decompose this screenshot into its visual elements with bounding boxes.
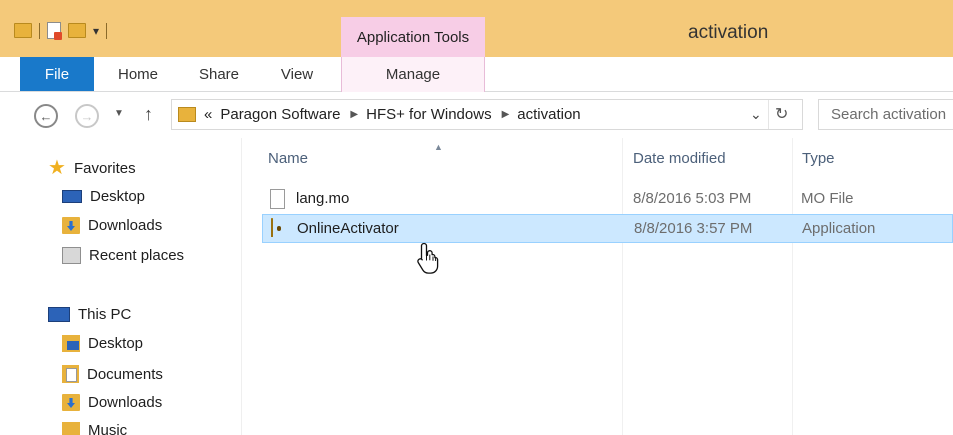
file-name: lang.mo (296, 190, 350, 207)
file-icon (270, 189, 285, 209)
forward-arrow-icon: → (80, 108, 94, 124)
breadcrumb-chevron-icon[interactable]: ▶ (502, 109, 510, 120)
back-button[interactable]: ← (34, 104, 58, 128)
nav-this-pc[interactable]: This PC (48, 306, 131, 323)
nav-label: Music (88, 422, 128, 435)
nav-this-pc-downloads[interactable]: Downloads (62, 394, 162, 411)
tab-share[interactable]: Share (188, 57, 250, 91)
column-divider[interactable] (792, 138, 793, 435)
search-input[interactable] (819, 100, 953, 129)
file-row-lang-mo[interactable]: lang.mo 8/8/2016 5:03 PM MO File (262, 185, 953, 214)
documents-folder-icon (62, 365, 79, 383)
music-folder-icon (62, 422, 80, 435)
address-divider (768, 100, 769, 129)
folder-icon (14, 23, 32, 38)
column-header-name[interactable]: Name (268, 150, 308, 167)
nav-label: Desktop (88, 335, 144, 352)
tab-home[interactable]: Home (106, 57, 170, 91)
toolbar-separator (106, 22, 108, 39)
recent-locations-chevron-down-icon[interactable]: ▼ (114, 108, 124, 119)
quick-access-toolbar: ▾ (14, 22, 108, 40)
search-box[interactable] (818, 99, 953, 130)
column-divider[interactable] (622, 138, 623, 435)
address-row: ← → ▼ ↑ « Paragon Software ▶ HFS+ for Wi… (0, 92, 953, 138)
breadcrumb-paragon-software[interactable]: Paragon Software (220, 106, 340, 123)
address-bar[interactable]: « Paragon Software ▶ HFS+ for Windows ▶ … (171, 99, 803, 130)
file-list: ▲ Name Date modified Type lang.mo 8/8/20… (242, 138, 953, 435)
column-header-date-modified[interactable]: Date modified (633, 150, 726, 167)
desktop-folder-icon (62, 335, 80, 352)
nav-favorites[interactable]: ★ Favorites (48, 158, 136, 178)
file-type: Application (802, 220, 876, 237)
refresh-icon[interactable]: ↻ (775, 104, 788, 124)
file-date-modified: 8/8/2016 3:57 PM (634, 220, 753, 237)
window-title: activation (688, 22, 769, 43)
nav-label: Favorites (73, 159, 136, 177)
nav-this-pc-documents[interactable]: Documents (62, 365, 163, 383)
nav-label: Downloads (88, 394, 163, 411)
tab-view[interactable]: View (268, 57, 326, 91)
nav-label: Downloads (88, 217, 163, 234)
file-row-onlineactivator[interactable]: OnlineActivator 8/8/2016 3:57 PM Applica… (262, 214, 953, 243)
computer-icon (48, 307, 70, 322)
new-folder-icon[interactable] (68, 23, 86, 38)
toolbar-separator (39, 22, 40, 39)
nav-label: Recent places (89, 247, 185, 264)
up-arrow-icon[interactable]: ↑ (144, 104, 153, 125)
application-tools-tab-group: Application Tools (341, 17, 485, 57)
tab-file[interactable]: File (20, 57, 94, 91)
breadcrumb-overflow[interactable]: « (204, 106, 212, 123)
star-icon: ★ (48, 157, 66, 179)
title-bar: ▾ Application Tools activation (0, 0, 953, 57)
hand-pointer-cursor-icon (417, 242, 439, 274)
column-header-type[interactable]: Type (802, 150, 835, 167)
sort-ascending-icon: ▲ (434, 142, 443, 152)
nav-label: This PC (78, 306, 132, 323)
folder-icon (178, 107, 196, 122)
customize-toolbar-icon[interactable]: ▾ (93, 24, 99, 38)
downloads-icon (62, 217, 80, 234)
file-type: MO File (801, 190, 854, 207)
recent-places-icon (62, 247, 81, 264)
downloads-folder-icon (62, 394, 80, 411)
file-date-modified: 8/8/2016 5:03 PM (633, 190, 752, 207)
back-arrow-icon: ← (39, 108, 53, 124)
application-icon (271, 218, 273, 237)
nav-label: Desktop (90, 188, 146, 205)
nav-favorites-recent-places[interactable]: Recent places (62, 247, 184, 264)
nav-this-pc-desktop[interactable]: Desktop (62, 335, 143, 352)
tab-manage[interactable]: Manage (341, 57, 485, 91)
nav-label: Documents (87, 365, 163, 383)
navigation-pane: ★ Favorites Desktop Downloads Recent pla… (0, 138, 242, 435)
desktop-icon (62, 190, 82, 203)
file-name: OnlineActivator (297, 220, 399, 237)
forward-button[interactable]: → (75, 104, 99, 128)
ribbon-tabs: File Home Share View Manage (0, 57, 953, 92)
nav-this-pc-music[interactable]: Music (62, 422, 127, 435)
address-history-chevron-down-icon[interactable]: ⌄ (750, 106, 762, 123)
breadcrumb-hfs-for-windows[interactable]: HFS+ for Windows (366, 106, 491, 123)
properties-icon[interactable] (47, 22, 62, 40)
breadcrumb-activation[interactable]: activation (517, 106, 580, 123)
breadcrumb-chevron-icon[interactable]: ▶ (350, 109, 358, 120)
nav-favorites-downloads[interactable]: Downloads (62, 217, 162, 234)
nav-favorites-desktop[interactable]: Desktop (62, 188, 145, 205)
